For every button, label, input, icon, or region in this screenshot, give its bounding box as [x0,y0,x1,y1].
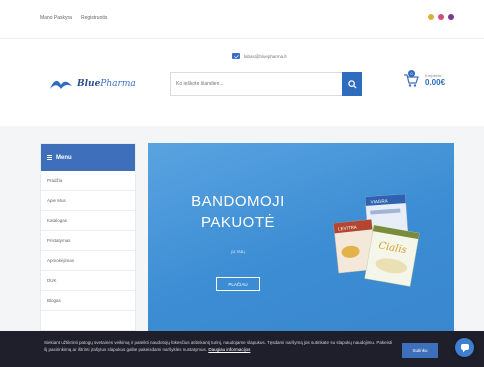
cart-total: 0.00€ [425,78,446,87]
contact-email[interactable]: labas@bluepharma.lt [232,53,287,59]
flag-en-icon[interactable] [438,14,444,20]
cart-count-badge: 0 [408,70,415,77]
banner-more-button[interactable]: PLAČIAU [216,277,260,291]
cart-widget[interactable]: 0 Krepšelis 0.00€ [403,70,445,88]
search-icon [347,79,357,89]
cart-info: Krepšelis 0.00€ [425,73,445,87]
language-switcher [428,14,454,20]
search-input[interactable] [170,72,342,96]
sidebar-item-catalog[interactable]: Katalogas [41,211,135,231]
flag-ru-icon[interactable] [448,14,454,20]
sidebar-item-faq[interactable]: DUK [41,271,135,291]
sidebar-item-payment[interactable]: Apmokėjimas [41,251,135,271]
sidebar-item-delivery[interactable]: Pristatymas [41,231,135,251]
cookie-accept-button[interactable]: Sutinku [402,343,438,358]
cookie-more-info-link[interactable]: Daugiau informacijos [208,347,250,352]
chat-icon [460,343,469,352]
menu-title: Menu [56,154,72,161]
wave-logo-icon [50,80,72,89]
search-button[interactable] [342,72,362,96]
cookie-consent-bar: Siekiant užtikrinti patogų svetainės vei… [0,331,484,367]
account-links: Mano Paskyra Registruotis [40,15,107,21]
email-text: labas@bluepharma.lt [244,53,287,59]
mail-icon [232,53,240,59]
site-logo[interactable]: BluePharma [49,77,136,90]
cart-icon-wrap: 0 [403,70,419,88]
hero-banner[interactable]: BANDOMOJI PAKUOTĖ (11 TAB.) PLAČIAU VIAG… [148,143,454,331]
my-account-link[interactable]: Mano Paskyra [40,15,72,21]
sidebar-menu: Menu Pradžia Apie Mus Katalogas Pristaty… [40,143,136,331]
logo-text: BluePharma [77,78,136,89]
banner-title: BANDOMOJI PAKUOTĖ [191,193,285,231]
banner-subtitle: (11 TAB.) [230,250,246,254]
sidebar-item-home[interactable]: Pradžia [41,171,135,191]
chat-button[interactable] [455,338,474,357]
sidebar-item-blog[interactable]: Blogas [41,291,135,311]
menu-header: Menu [41,144,135,171]
cookie-text: Siekiant užtikrinti patogų svetainės vei… [44,340,393,352]
flag-lt-icon[interactable] [428,14,434,20]
register-link[interactable]: Registruotis [81,15,107,21]
topbar: Mano Paskyra Registruotis [0,0,484,38]
search-bar [170,72,362,96]
sidebar-item-about[interactable]: Apie Mus [41,191,135,211]
product-boxes-image: VIAGRA LEVITRA Cialis [333,193,420,287]
hamburger-icon [47,155,52,160]
